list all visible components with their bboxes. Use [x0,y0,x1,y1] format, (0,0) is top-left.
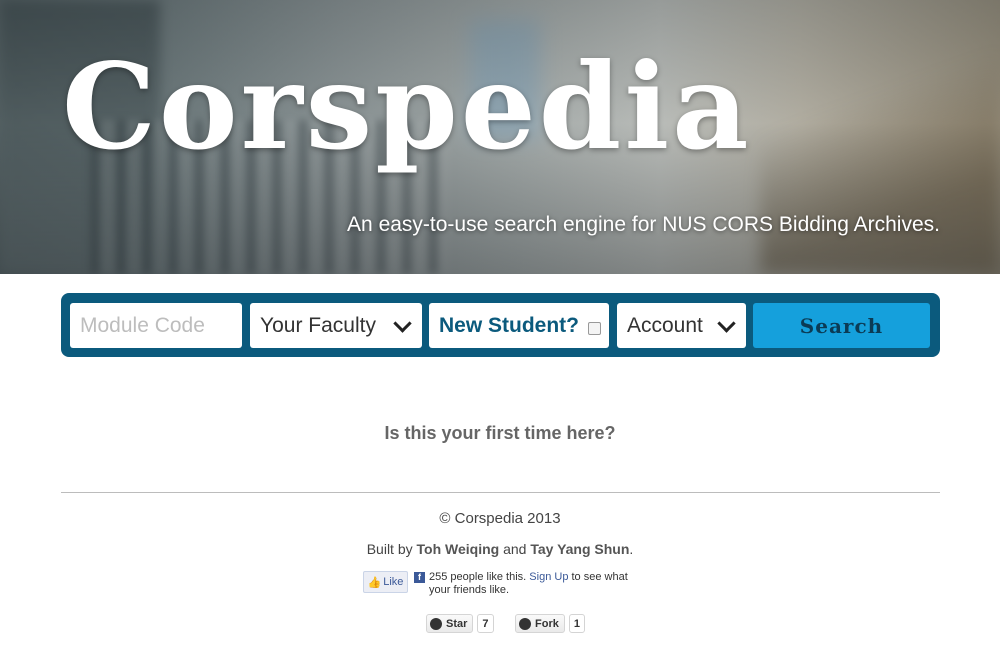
github-fork-widget: Fork 1 [515,614,585,633]
facebook-like-widget: 👍 Like f 255 people like this. Sign Up t… [363,571,639,599]
github-star-button[interactable]: Star [426,614,474,633]
chevron-down-icon [718,318,734,334]
thumbs-up-icon: 👍 [367,576,382,589]
author-link[interactable]: Toh Weiqing [417,541,500,557]
facebook-signup-link[interactable]: Sign Up [529,571,568,583]
search-button[interactable]: Search [753,303,930,348]
site-title: Corspedia [62,37,752,176]
github-icon [430,617,442,630]
facebook-like-label: Like [383,576,404,588]
github-star-widget: Star 7 [426,614,494,633]
footer-divider [61,492,940,493]
built-by-line: Built by Toh Weiqing and Tay Yang Shun. [0,541,1000,557]
github-star-count[interactable]: 7 [477,614,494,633]
account-select[interactable]: Account [617,303,746,348]
author-link[interactable]: Tay Yang Shun [530,541,629,557]
github-fork-count[interactable]: 1 [568,614,585,633]
new-student-toggle[interactable]: New Student? [429,303,609,348]
built-by-period: . [629,541,634,557]
chevron-down-icon [394,318,410,334]
search-bar: Your Faculty New Student? Account Search [61,293,940,357]
account-select-label: Account [627,313,703,337]
built-by-prefix: Built by [366,541,413,557]
github-fork-button[interactable]: Fork [515,614,565,633]
faculty-select[interactable]: Your Faculty [250,303,422,348]
facebook-count-text: 255 people like this. [429,571,527,583]
facebook-icon: f [414,572,425,583]
hero-banner: Corspedia An easy-to-use search engine f… [0,0,1000,274]
github-fork-label: Fork [535,617,559,630]
faculty-select-label: Your Faculty [260,313,376,337]
facebook-like-button[interactable]: 👍 Like [363,571,408,593]
github-icon [519,617,531,630]
new-student-label: New Student? [439,313,579,337]
site-tagline: An easy-to-use search engine for NUS COR… [347,213,940,236]
copyright-text: © Corspedia 2013 [439,510,561,527]
new-student-checkbox[interactable] [588,322,601,335]
github-star-label: Star [446,617,468,630]
built-by-and: and [503,541,527,557]
facebook-like-text: f 255 people like this. Sign Up to see w… [414,571,639,597]
module-code-input[interactable] [70,303,242,348]
first-time-link[interactable]: Is this your first time here? [0,423,1000,444]
